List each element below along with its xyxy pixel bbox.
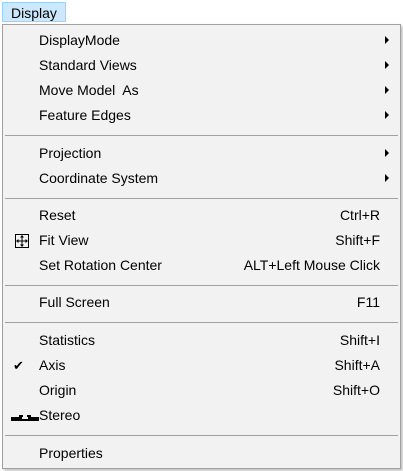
menu-item-label: Fit View <box>39 232 89 248</box>
menu-item-label: Projection <box>39 145 102 161</box>
menu-item-label: Axis <box>39 357 66 373</box>
menu-item-shortcut: Shift+I <box>339 332 380 348</box>
display-dropdown-menu: DisplayMode Standard Views Move Model As… <box>2 24 401 469</box>
menu-item-label: Properties <box>39 445 103 461</box>
display-menu-title[interactable]: Display <box>2 2 66 22</box>
menu-item-displaymode[interactable]: DisplayMode <box>5 28 398 53</box>
menu-item-label: Set Rotation Center <box>39 257 162 273</box>
menu-item-label: Standard Views <box>39 57 137 73</box>
menu-item-label: Move Model As <box>39 82 139 98</box>
menu-item-full-screen[interactable]: Full Screen F11 <box>5 290 398 315</box>
menu-item-label: Reset <box>39 207 76 223</box>
menu-item-label: Statistics <box>39 332 96 348</box>
menu-item-shortcut: Shift+A <box>334 357 380 373</box>
stereo-icon <box>11 415 39 421</box>
menu-separator <box>5 435 398 436</box>
menu-separator <box>5 285 398 286</box>
menu-item-set-rotation-center[interactable]: Set Rotation Center ALT+Left Mouse Click <box>5 253 398 278</box>
menu-item-reset[interactable]: Reset Ctrl+R <box>5 203 398 228</box>
menu-item-properties[interactable]: Properties <box>5 441 398 466</box>
menubar: Display <box>0 0 403 24</box>
menu-item-origin[interactable]: Origin Shift+O <box>5 378 398 403</box>
submenu-arrow-icon <box>385 149 389 157</box>
menu-separator <box>5 322 398 323</box>
menu-separator <box>5 198 398 199</box>
submenu-arrow-icon <box>385 61 389 69</box>
menu-item-move-model-as[interactable]: Move Model As <box>5 78 398 103</box>
submenu-arrow-icon <box>385 174 389 182</box>
menu-item-shortcut: F11 <box>356 294 380 310</box>
menu-item-shortcut: Shift+F <box>335 232 380 248</box>
submenu-arrow-icon <box>385 86 389 94</box>
menu-item-axis[interactable]: ✔ Axis Shift+A <box>5 353 398 378</box>
menu-item-label: Origin <box>39 382 77 398</box>
menu-item-label: Feature Edges <box>39 107 131 123</box>
menu-item-label: Full Screen <box>39 294 110 310</box>
menu-item-shortcut: ALT+Left Mouse Click <box>243 257 380 273</box>
menu-item-stereo[interactable]: Stereo <box>5 403 398 428</box>
menu-item-coordinate-system[interactable]: Coordinate System <box>5 166 398 191</box>
menu-item-label: Coordinate System <box>39 170 159 186</box>
menu-item-feature-edges[interactable]: Feature Edges <box>5 103 398 128</box>
menu-item-shortcut: Ctrl+R <box>339 207 380 223</box>
checkmark-icon: ✔ <box>13 358 24 373</box>
menu-item-fit-view[interactable]: Fit View Shift+F <box>5 228 398 253</box>
submenu-arrow-icon <box>385 111 389 119</box>
menu-item-label: DisplayMode <box>39 32 120 48</box>
menu-item-standard-views[interactable]: Standard Views <box>5 53 398 78</box>
menu-item-label: Stereo <box>39 407 81 423</box>
menu-item-statistics[interactable]: Statistics Shift+I <box>5 328 398 353</box>
fit-view-icon <box>15 234 29 248</box>
menu-item-shortcut: Shift+O <box>332 382 380 398</box>
submenu-arrow-icon <box>385 36 389 44</box>
menu-separator <box>5 135 398 136</box>
menu-item-projection[interactable]: Projection <box>5 141 398 166</box>
